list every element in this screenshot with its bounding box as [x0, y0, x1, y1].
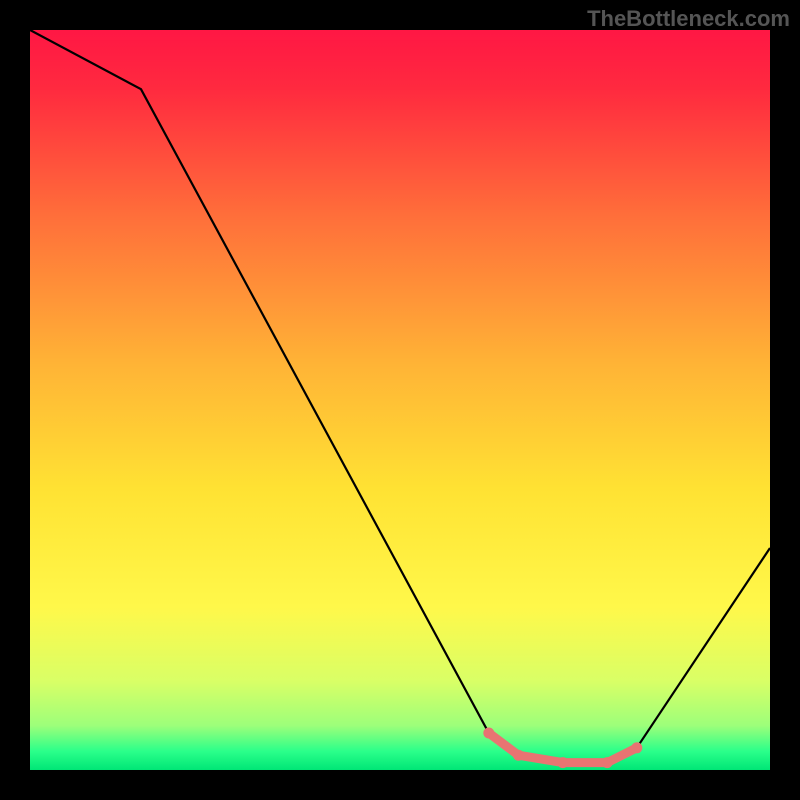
chart-curve: [30, 30, 770, 770]
highlight-point: [483, 728, 494, 739]
highlight-point: [513, 750, 524, 761]
chart-plot-area: [30, 30, 770, 770]
highlight-point: [557, 757, 568, 768]
highlight-point: [631, 742, 642, 753]
watermark: TheBottleneck.com: [587, 6, 790, 32]
bottleneck-curve: [30, 30, 770, 763]
highlight-point: [602, 757, 613, 768]
